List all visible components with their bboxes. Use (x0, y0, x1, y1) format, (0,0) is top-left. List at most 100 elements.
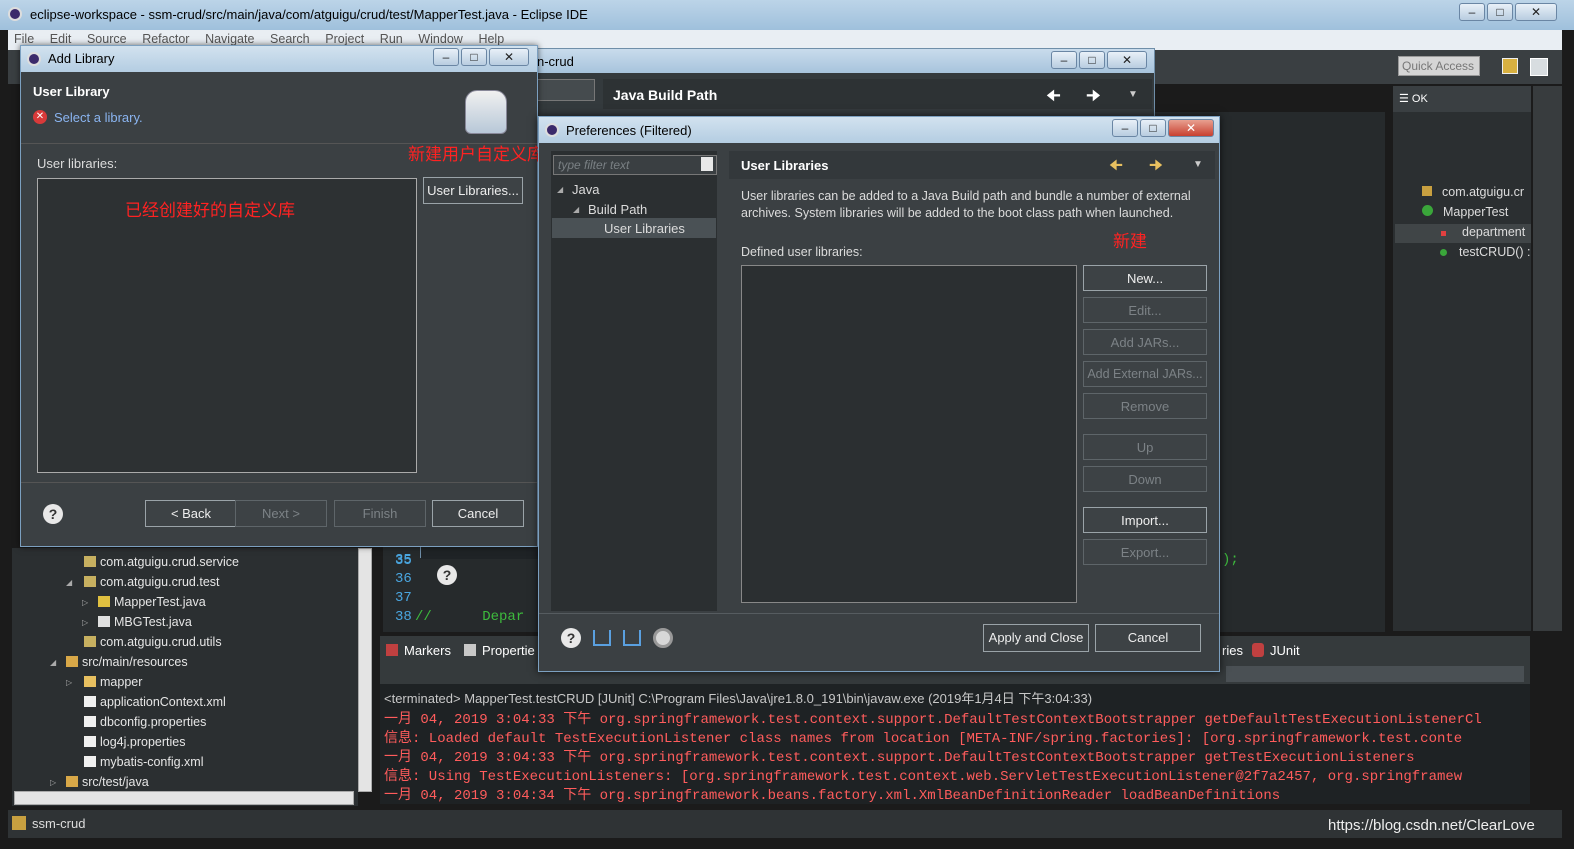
pf-maximize-button[interactable]: □ (1140, 119, 1166, 137)
jbp-page-header: Java Build Path (603, 79, 1152, 109)
tab-junit[interactable]: JUnit (1270, 643, 1300, 658)
outline-item[interactable]: com.atguigu.cr (1422, 185, 1524, 199)
tree-item-file[interactable]: MBGTest.java (98, 615, 192, 629)
tree-item-build-path[interactable]: Build Path (588, 202, 647, 217)
help-icon[interactable]: ? (43, 504, 63, 524)
pf-close-button[interactable]: ✕ (1168, 119, 1214, 137)
back-arrow-icon[interactable]: 🠈 (1109, 155, 1123, 180)
expand-toggle-icon[interactable]: ◢ (66, 578, 72, 587)
jbp-help-icon[interactable]: ? (437, 565, 457, 585)
edit-button[interactable]: Edit... (1083, 297, 1207, 323)
tree-item-package[interactable]: com.atguigu.crud.utils (84, 635, 222, 649)
java-perspective-icon[interactable] (1530, 58, 1548, 76)
view-menu-icon[interactable]: ▼ (1193, 159, 1203, 170)
vertical-scrollbar[interactable] (358, 548, 372, 792)
jbp-minimize-button[interactable]: – (1051, 51, 1077, 69)
horizontal-scrollbar[interactable] (14, 791, 354, 805)
expand-toggle-icon[interactable]: ◢ (50, 658, 56, 667)
tree-item-folder[interactable]: src/main/resources (66, 655, 188, 669)
expand-toggle-icon[interactable]: ▷ (66, 678, 72, 687)
forward-arrow-icon[interactable]: 🠊 (1149, 155, 1163, 180)
tree-item-user-libraries[interactable]: User Libraries (552, 218, 716, 238)
export-prefs-icon[interactable] (623, 630, 641, 646)
remove-button[interactable]: Remove (1083, 393, 1207, 419)
tree-item-file[interactable]: applicationContext.xml (84, 695, 226, 709)
import-prefs-icon[interactable] (593, 630, 611, 646)
tree-item-java[interactable]: Java (572, 182, 599, 197)
console-line: 信息: Loaded default TestExecutionListener… (384, 731, 1463, 747)
folder-icon (84, 676, 96, 687)
close-button[interactable]: ✕ (1515, 3, 1557, 21)
expand-toggle-icon[interactable]: ◢ (557, 185, 563, 194)
add-external-jars-button[interactable]: Add External JARs... (1083, 361, 1207, 387)
import-button[interactable]: Import... (1083, 507, 1207, 533)
tree-item-folder[interactable]: mapper (84, 675, 142, 689)
outline-item[interactable]: testCRUD() : (1440, 245, 1531, 259)
tree-item-package[interactable]: com.atguigu.crud.service (84, 555, 239, 569)
clear-filter-icon[interactable] (701, 157, 713, 171)
xml-file-icon (84, 756, 96, 767)
tree-item-folder[interactable]: src/test/java (66, 775, 149, 789)
quick-access-input[interactable]: Quick Access (1398, 56, 1480, 76)
oomph-icon[interactable] (653, 628, 673, 648)
tree-item-file[interactable]: MapperTest.java (98, 595, 206, 609)
filter-input[interactable]: type filter text (553, 155, 717, 175)
next-button[interactable]: Next > (235, 500, 327, 527)
apply-and-close-button[interactable]: Apply and Close (983, 624, 1089, 652)
jbp-maximize-button[interactable]: □ (1079, 51, 1105, 69)
expand-toggle-icon[interactable]: ▷ (82, 598, 88, 607)
outline-item[interactable]: MapperTest (1422, 205, 1508, 219)
console-line: 信息: Using TestExecutionListeners: [org.s… (384, 769, 1463, 785)
expand-toggle-icon[interactable]: ▷ (82, 618, 88, 627)
down-button[interactable]: Down (1083, 466, 1207, 492)
eclipse-icon (27, 52, 41, 66)
al-close-button[interactable]: ✕ (489, 48, 529, 66)
right-trim-stack (1533, 86, 1562, 631)
tree-item-file[interactable]: mybatis-config.xml (84, 755, 204, 769)
tree-item-package[interactable]: com.atguigu.crud.test (84, 575, 220, 589)
preferences-titlebar: Preferences (Filtered) – □ ✕ (539, 117, 1219, 143)
tree-item-file[interactable]: dbconfig.properties (84, 715, 206, 729)
outline-tab-icon[interactable]: ☰ OK (1399, 92, 1428, 105)
preferences-title: Preferences (Filtered) (566, 123, 692, 138)
main-titlebar: eclipse-workspace - ssm-crud/src/main/ja… (0, 0, 1574, 30)
tab-markers[interactable]: Markers (404, 643, 451, 658)
maximize-button[interactable]: □ (1487, 3, 1513, 21)
add-library-dialog: Add Library – □ ✕ User Library ✕ Select … (20, 45, 538, 547)
defined-libraries-list[interactable] (741, 265, 1077, 603)
new-button[interactable]: New... (1083, 265, 1207, 291)
jbp-menu-icon[interactable]: ▼ (1128, 89, 1138, 100)
add-jars-button[interactable]: Add JARs... (1083, 329, 1207, 355)
open-perspective-icon[interactable] (1502, 58, 1518, 74)
back-button[interactable]: < Back (145, 500, 237, 527)
help-icon[interactable]: ? (561, 628, 581, 648)
annotation-new-user-library: 新建用户自定义库 (408, 145, 544, 164)
jbp-back-arrow-icon[interactable]: 🠈 (1046, 85, 1061, 112)
dialog-separator (539, 613, 1219, 614)
al-minimize-button[interactable]: – (433, 48, 459, 66)
pf-minimize-button[interactable]: – (1112, 119, 1138, 137)
java-file-icon (98, 616, 110, 627)
properties-file-icon (84, 736, 96, 747)
jbp-forward-arrow-icon[interactable]: 🠊 (1086, 85, 1101, 112)
expand-toggle-icon[interactable]: ▷ (50, 778, 56, 787)
jbp-close-button[interactable]: ✕ (1107, 51, 1147, 69)
tab-libraries[interactable]: ries (1222, 643, 1243, 658)
expand-toggle-icon[interactable]: ◢ (573, 205, 579, 214)
user-libraries-button[interactable]: User Libraries... (423, 177, 523, 204)
minimize-button[interactable]: – (1459, 3, 1485, 21)
user-libraries-list[interactable] (37, 178, 417, 473)
outline-item-selected[interactable]: department (1395, 224, 1531, 243)
jbp-title: n-crud (537, 54, 574, 69)
window-title: eclipse-workspace - ssm-crud/src/main/ja… (30, 7, 588, 22)
cancel-button[interactable]: Cancel (1095, 624, 1201, 652)
code-tail: ); (1222, 552, 1239, 568)
cancel-button[interactable]: Cancel (432, 500, 524, 527)
al-maximize-button[interactable]: □ (461, 48, 487, 66)
finish-button[interactable]: Finish (334, 500, 426, 527)
up-button[interactable]: Up (1083, 434, 1207, 460)
export-button[interactable]: Export... (1083, 539, 1207, 565)
package-icon (84, 636, 96, 647)
tab-properties[interactable]: Propertie (482, 643, 535, 658)
tree-item-file[interactable]: log4j.properties (84, 735, 185, 749)
